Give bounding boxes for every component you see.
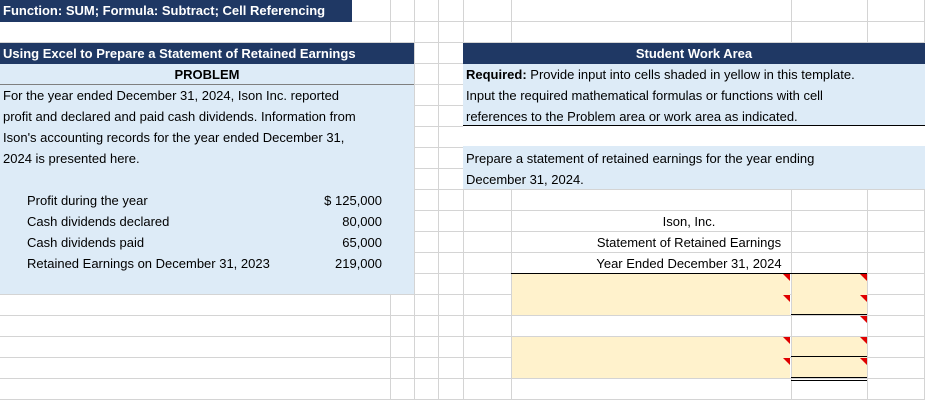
required-line-3: references to the Problem area or work a… bbox=[466, 109, 798, 124]
comment-marker-icon[interactable] bbox=[860, 358, 867, 365]
grid-line bbox=[414, 0, 415, 400]
comment-marker-icon[interactable] bbox=[860, 337, 867, 344]
item-value-dividends-paid[interactable]: 65,000 bbox=[300, 233, 382, 253]
item-value-dividends-declared[interactable]: 80,000 bbox=[300, 212, 382, 232]
required-underline bbox=[463, 125, 925, 126]
amount-underline-2 bbox=[791, 356, 867, 357]
comment-marker-icon[interactable] bbox=[860, 295, 867, 302]
comment-marker-icon[interactable] bbox=[783, 358, 790, 365]
comment-marker-icon[interactable] bbox=[860, 316, 867, 323]
comment-marker-icon[interactable] bbox=[783, 274, 790, 281]
sheet-title-bar: Function: SUM; Formula: Subtract; Cell R… bbox=[0, 0, 352, 22]
work-area-gap bbox=[463, 126, 925, 146]
problem-header: Using Excel to Prepare a Statement of Re… bbox=[0, 43, 414, 64]
item-value-retained-earnings-2023[interactable]: 219,000 bbox=[300, 254, 382, 274]
work-area-header: Student Work Area bbox=[463, 43, 925, 64]
problem-description-line-3: Ison's accounting records for the year e… bbox=[3, 130, 345, 145]
input-cell-label-2[interactable] bbox=[512, 337, 790, 378]
item-label-dividends-declared: Cash dividends declared bbox=[27, 214, 170, 229]
grid-line bbox=[438, 0, 439, 400]
item-label-dividends-paid: Cash dividends paid bbox=[27, 235, 145, 250]
problem-description-line-1: For the year ended December 31, 2024, Is… bbox=[3, 88, 340, 103]
comment-marker-icon[interactable] bbox=[783, 295, 790, 302]
required-line-1: Required: Provide input into cells shade… bbox=[466, 65, 855, 85]
problem-label-underline bbox=[0, 84, 414, 85]
required-line-2: Input the required mathematical formulas… bbox=[466, 88, 823, 103]
item-label-profit: Profit during the year bbox=[27, 193, 148, 208]
statement-title: Statement of Retained Earnings bbox=[596, 235, 782, 250]
statement-company: Ison, Inc. bbox=[662, 214, 716, 229]
item-label-retained-earnings-2023: Retained Earnings on December 31, 2023 bbox=[27, 256, 270, 271]
amount-underline-1 bbox=[791, 314, 867, 315]
input-cell-label-1[interactable] bbox=[512, 274, 790, 315]
problem-description-line-2: profit and declared and paid cash divide… bbox=[3, 109, 356, 124]
prepare-line-2: December 31, 2024. bbox=[466, 172, 584, 187]
input-cell-amount-2[interactable] bbox=[792, 337, 867, 378]
required-text: Provide input into cells shaded in yello… bbox=[526, 67, 855, 82]
item-value-profit[interactable]: $ 125,000 bbox=[300, 191, 382, 211]
problem-label: PROBLEM bbox=[174, 67, 240, 82]
input-cell-amount-1[interactable] bbox=[792, 274, 867, 315]
required-label: Required: bbox=[466, 67, 527, 82]
problem-description-line-4: 2024 is presented here. bbox=[3, 151, 140, 166]
comment-marker-icon[interactable] bbox=[783, 337, 790, 344]
prepare-line-1: Prepare a statement of retained earnings… bbox=[466, 151, 815, 166]
amount-double-underline-bottom bbox=[791, 380, 867, 381]
comment-marker-icon[interactable] bbox=[860, 274, 867, 281]
amount-double-underline-top bbox=[791, 377, 867, 378]
statement-period: Year Ended December 31, 2024 bbox=[596, 256, 782, 271]
